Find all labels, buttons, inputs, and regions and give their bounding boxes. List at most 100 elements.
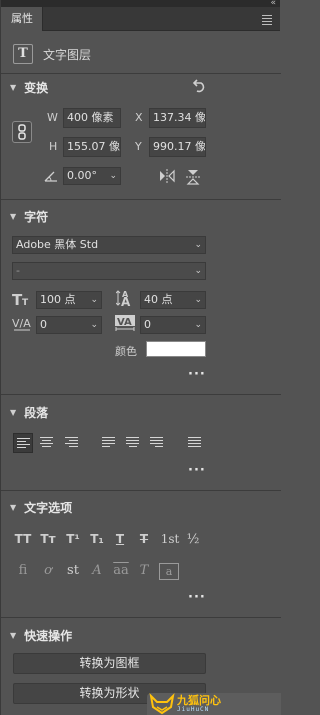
align-right-icon[interactable] [61,433,81,453]
align-center-icon[interactable] [37,433,57,453]
leading-dropdown[interactable]: 40 点 ⌄ [140,291,206,309]
chevron-down-icon[interactable]: ▼ [10,83,16,92]
y-field[interactable]: 990.17 像 [149,137,206,157]
color-label: 颜色 [115,345,137,358]
chevron-down-icon[interactable]: ▼ [10,212,16,221]
swash-icon[interactable]: A [87,563,107,578]
tracking-value: 0 [144,318,151,331]
width-field[interactable]: 400 像素 [63,108,121,128]
fractions-icon[interactable]: ½ [183,532,203,547]
section-character-header[interactable]: ▼ 字符 [10,208,48,225]
x-field[interactable]: 137.34 像 [149,108,206,128]
oldstyle-icon[interactable]: ơ [38,563,58,578]
subscript-icon[interactable]: T₁ [87,532,107,546]
svg-text:T: T [22,298,29,307]
kerning-value: 0 [40,318,47,331]
underline-icon[interactable]: T [110,532,130,546]
superscript-icon[interactable]: T¹ [63,532,83,546]
justify-last-right-icon[interactable] [147,433,167,453]
link-dimensions-button[interactable] [12,121,32,143]
more-options-icon[interactable]: ··· [188,367,206,382]
reset-transform-icon[interactable] [191,78,207,94]
kerning-dropdown[interactable]: 0 ⌄ [36,316,102,334]
watermark-brand: 九狐问心 [177,693,221,707]
section-paragraph-header[interactable]: ▼ 段落 [10,404,48,421]
font-family-dropdown[interactable]: Adobe 黑体 Std ⌄ [12,236,206,254]
width-label: W [47,111,58,124]
ordinals-icon[interactable]: 1st [159,532,181,546]
layer-kind-label: 文字图层 [43,47,92,62]
svg-text:VA: VA [117,317,132,328]
chevron-down-icon: ⌄ [109,171,117,181]
text-color-swatch[interactable] [146,341,206,357]
properties-panel: « 属性 T 文字图层 ▼ 变换 W 400 像素 X 137.34 像 H 1… [0,0,281,715]
leading-value: 40 点 [144,293,173,306]
leading-icon: A A [116,290,131,307]
flip-vertical-icon[interactable] [185,168,201,186]
discretionary-ligatures-icon[interactable]: st [63,563,83,578]
svg-text:A: A [122,290,129,299]
chevron-down-icon: ⌄ [194,266,202,276]
tab-properties[interactable]: 属性 [1,7,43,31]
chain-link-icon [18,124,26,140]
section-transform-header[interactable]: ▼ 变换 [10,79,48,96]
all-caps-icon[interactable]: TT [13,532,33,546]
watermark-text-block: 九狐问心 JiuHuCN [177,693,221,713]
ornaments-icon[interactable]: a [159,563,179,580]
font-size-dropdown[interactable]: 100 点 ⌄ [36,291,102,309]
section-type-options-header[interactable]: ▼ 文字选项 [10,499,72,516]
text-layer-icon: T [13,44,33,64]
section-quick-actions-header[interactable]: ▼ 快速操作 [10,627,72,644]
align-left-icon[interactable] [13,433,33,453]
divider [1,490,281,491]
tracking-dropdown[interactable]: 0 ⌄ [140,316,206,334]
stylistic-alternates-icon[interactable]: aa [110,563,132,578]
font-style-value: - [16,264,20,277]
panel-top-strip: « [1,0,280,8]
divider [1,73,281,74]
tracking-icon: VA [115,315,135,331]
kerning-icon: V/A [12,317,31,331]
justify-last-left-icon[interactable] [99,433,119,453]
section-title: 段落 [24,406,49,420]
ligatures-icon[interactable]: fi [13,563,33,578]
convert-to-frame-button[interactable]: 转换为图框 [13,653,206,674]
svg-text:V/A: V/A [12,317,31,330]
font-style-dropdown[interactable]: - ⌄ [12,262,206,280]
height-label: H [49,140,58,153]
chevron-down-icon[interactable]: ▼ [10,408,16,417]
y-label: Y [135,140,142,153]
fox-logo-icon [149,693,175,715]
more-options-icon[interactable]: ··· [188,590,206,605]
chevron-down-icon: ⌄ [194,240,202,250]
section-title: 文字选项 [24,501,73,515]
titling-alternates-icon[interactable]: T [134,563,154,578]
watermark: 九狐问心 JiuHuCN [147,693,281,715]
panel-menu-icon[interactable] [262,15,272,27]
watermark-sub: JiuHuCN [177,705,210,713]
chevron-down-icon: ⌄ [194,320,202,330]
chevron-down-icon: ⌄ [90,320,98,330]
divider [1,199,281,200]
small-caps-icon[interactable]: Tт [38,532,58,546]
chevron-down-icon: ⌄ [90,295,98,305]
flip-horizontal-icon[interactable] [158,168,176,184]
chevron-down-icon[interactable]: ▼ [10,631,16,640]
angle-dropdown[interactable]: 0.00° ⌄ [63,167,121,185]
angle-value: 0.00° [67,169,97,182]
x-label: X [135,111,143,124]
justify-all-icon[interactable] [185,433,205,453]
section-title: 字符 [24,210,49,224]
chevron-down-icon: ⌄ [194,295,202,305]
strikethrough-icon[interactable]: T [134,532,154,546]
chevron-down-icon[interactable]: ▼ [10,503,16,512]
panel-tabbar: 属性 [1,7,280,31]
divider [1,394,281,395]
divider [1,617,281,618]
more-options-icon[interactable]: ··· [188,463,206,478]
justify-last-center-icon[interactable] [123,433,143,453]
font-size-value: 100 点 [40,293,76,306]
height-field[interactable]: 155.07 像 [63,137,121,157]
section-title: 变换 [24,81,49,95]
font-size-icon: T T [12,291,29,307]
